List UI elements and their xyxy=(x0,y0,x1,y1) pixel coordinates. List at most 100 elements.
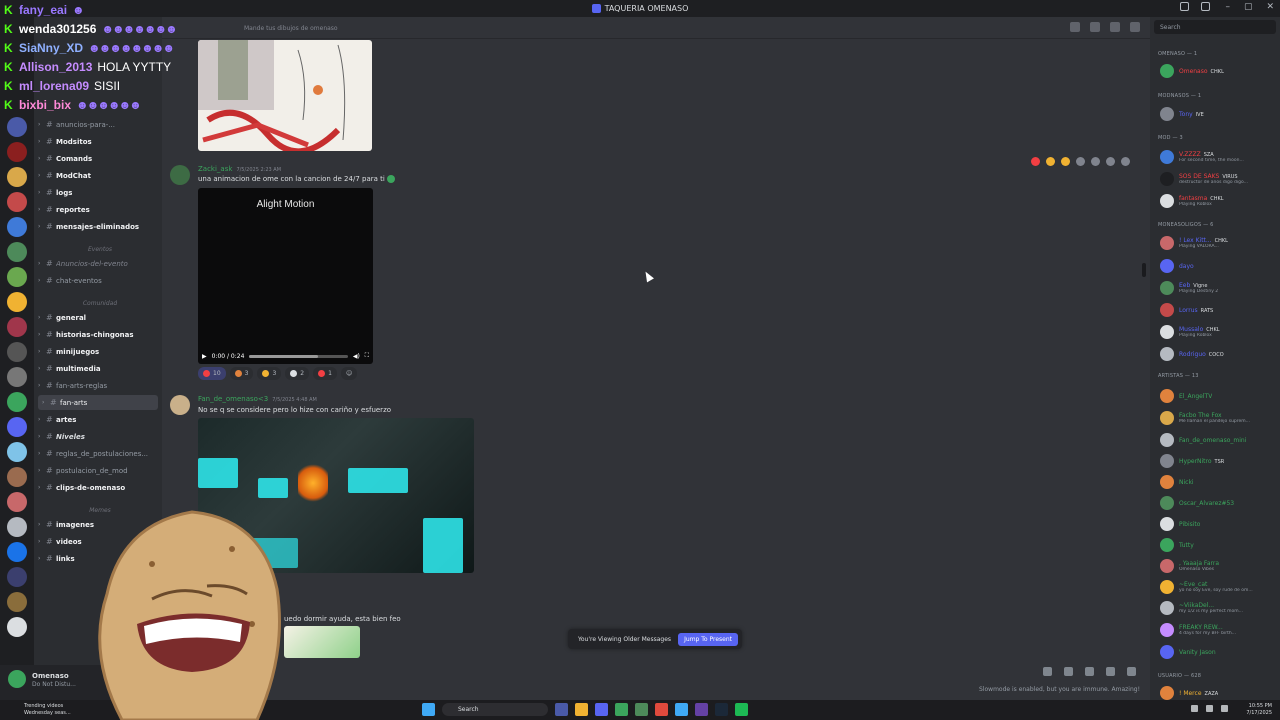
channel-category[interactable]: Comunidad xyxy=(34,296,162,311)
member-item[interactable]: dayo xyxy=(1160,257,1278,275)
volume-icon[interactable] xyxy=(1221,705,1228,712)
pin-icon[interactable] xyxy=(1070,22,1080,32)
server-icon[interactable] xyxy=(7,492,27,512)
server-icon[interactable] xyxy=(7,242,27,262)
apps-icon[interactable] xyxy=(1127,667,1136,676)
channel-item[interactable]: › # multimedia xyxy=(34,361,162,376)
reaction-button[interactable]: 3 xyxy=(257,367,282,380)
video-attachment[interactable]: Alight Motion ▶ 0:00 / 0:24 ◀) ⛶ xyxy=(198,188,373,364)
channel-item[interactable]: › # minijuegos xyxy=(34,344,162,359)
channel-item[interactable]: › # fan-arts xyxy=(38,395,158,410)
clock[interactable]: 10:55 PM 7/17/2025 xyxy=(1246,703,1272,717)
member-item[interactable]: Fan_de_omenaso_mini xyxy=(1160,431,1278,449)
start-menu-icon[interactable] xyxy=(422,703,435,716)
emoji-face-icon[interactable] xyxy=(1061,157,1070,166)
member-item[interactable]: FREAKY REW... 4 days for my BFF birth... xyxy=(1160,621,1278,639)
member-item[interactable]: , Yaaaja Farra Omenaso Vibes xyxy=(1160,557,1278,575)
forward-icon[interactable] xyxy=(1106,157,1115,166)
add-reaction-button[interactable]: ☺ xyxy=(340,367,358,380)
channel-item[interactable]: › # ModChat xyxy=(34,168,162,183)
member-item[interactable]: Lorrus RATS xyxy=(1160,301,1278,319)
video-progress[interactable] xyxy=(249,354,348,358)
gif-icon[interactable] xyxy=(1064,667,1073,676)
member-list-icon[interactable] xyxy=(1130,22,1140,32)
server-icon[interactable] xyxy=(7,617,27,637)
server-icon[interactable] xyxy=(7,342,27,362)
server-icon[interactable] xyxy=(7,517,27,537)
pinned-messages-icon[interactable] xyxy=(1110,22,1120,32)
member-item[interactable]: V.ZZZZ SZA For second time, the moon... xyxy=(1160,148,1278,166)
member-item[interactable]: Oscar_Alvarez#53 xyxy=(1160,494,1278,512)
channel-item[interactable]: › # historias-chingonas xyxy=(34,327,162,342)
channel-item[interactable]: › # anuncios-para-... xyxy=(34,117,162,132)
mute-icon[interactable] xyxy=(1090,22,1100,32)
server-icon[interactable] xyxy=(7,192,27,212)
server-icon[interactable] xyxy=(7,392,27,412)
thumbs-up-icon[interactable] xyxy=(1046,157,1055,166)
reaction-button[interactable]: 1 xyxy=(313,367,337,380)
member-item[interactable]: Mussalo CHKL Playing Roblox xyxy=(1160,323,1278,341)
sticker-icon[interactable] xyxy=(1085,667,1094,676)
member-item[interactable]: Tutty xyxy=(1160,536,1278,554)
reaction-button[interactable]: 10 xyxy=(198,367,226,380)
reaction-button[interactable]: 2 xyxy=(285,367,310,380)
chevron-up-icon[interactable] xyxy=(1191,705,1198,712)
channel-item[interactable]: › # clips-de-omenaso xyxy=(34,480,162,495)
drawing-attachment[interactable] xyxy=(198,40,372,151)
user-name[interactable]: Omenaso xyxy=(32,672,69,680)
reaction-button[interactable]: 3 xyxy=(229,367,254,380)
play-icon[interactable]: ▶ xyxy=(202,353,207,360)
author-name[interactable]: Zacki_ask xyxy=(198,165,232,173)
channel-item[interactable]: › # logs xyxy=(34,185,162,200)
inbox-icon[interactable] xyxy=(1180,2,1189,11)
twitch-icon[interactable] xyxy=(695,703,708,716)
server-icon[interactable] xyxy=(7,142,27,162)
discord-icon[interactable] xyxy=(595,703,608,716)
gift-icon[interactable] xyxy=(1043,667,1052,676)
task-view-icon[interactable] xyxy=(555,703,568,716)
news-widget[interactable]: Trending videos Wednesday seas... xyxy=(24,703,71,717)
app-icon[interactable] xyxy=(615,703,628,716)
server-icon[interactable] xyxy=(7,467,27,487)
member-item[interactable]: Rodriguo COCO xyxy=(1160,345,1278,363)
server-icon[interactable] xyxy=(7,117,27,137)
channel-item[interactable]: › # chat-eventos xyxy=(34,273,162,288)
spotify-icon[interactable] xyxy=(735,703,748,716)
more-options-icon[interactable] xyxy=(1121,157,1130,166)
channel-item[interactable]: › # general xyxy=(34,310,162,325)
message-author[interactable]: Zacki_ask 7/5/2025 2:23 AM xyxy=(198,165,281,173)
app-icon[interactable] xyxy=(675,703,688,716)
jump-to-present-button[interactable]: Jump To Present xyxy=(678,632,738,646)
server-icon[interactable] xyxy=(7,267,27,287)
message-author[interactable]: Fan_de_omenaso<3 7/5/2025 4:48 AM xyxy=(198,395,317,403)
heart-reaction-icon[interactable] xyxy=(1031,157,1040,166)
minimize-button[interactable]: – xyxy=(1225,2,1230,12)
close-button[interactable]: ✕ xyxy=(1266,2,1274,12)
server-icon[interactable] xyxy=(7,542,27,562)
server-icon[interactable] xyxy=(7,592,27,612)
reply-icon[interactable] xyxy=(1091,157,1100,166)
server-icon[interactable] xyxy=(7,217,27,237)
server-icon[interactable] xyxy=(7,417,27,437)
member-item[interactable]: Eeb Vigne Playing Destiny 2 xyxy=(1160,279,1278,297)
channel-item[interactable]: › # postulacion_de_mod xyxy=(34,463,162,478)
image-attachment[interactable] xyxy=(284,626,360,658)
channel-item[interactable]: › # Comands xyxy=(34,151,162,166)
author-name[interactable]: Fan_de_omenaso<3 xyxy=(198,395,268,403)
member-item[interactable]: ! Lex Kitt... CHKL Playing VALORA... xyxy=(1160,234,1278,252)
member-item[interactable]: Vanity Jason xyxy=(1160,643,1278,661)
server-icon[interactable] xyxy=(7,292,27,312)
member-item[interactable]: El_AngelTV xyxy=(1160,387,1278,405)
channel-item[interactable]: › # Anuncios-del-evento xyxy=(34,256,162,271)
help-icon[interactable] xyxy=(1201,2,1210,11)
member-item[interactable]: ~Eve_cat yo no soy Eve, soy rude de om... xyxy=(1160,578,1278,596)
channel-item[interactable]: › # reglas_de_postulaciones... xyxy=(34,446,162,461)
channel-item[interactable]: › # fan-arts-reglas xyxy=(34,378,162,393)
member-item[interactable]: Nicki xyxy=(1160,473,1278,491)
scrollbar[interactable] xyxy=(1142,263,1146,277)
add-reaction-icon[interactable] xyxy=(1076,157,1085,166)
channel-item[interactable]: › # reportes xyxy=(34,202,162,217)
emoji-picker-icon[interactable] xyxy=(1106,667,1115,676)
server-icon[interactable] xyxy=(7,442,27,462)
wifi-icon[interactable] xyxy=(1206,705,1213,712)
